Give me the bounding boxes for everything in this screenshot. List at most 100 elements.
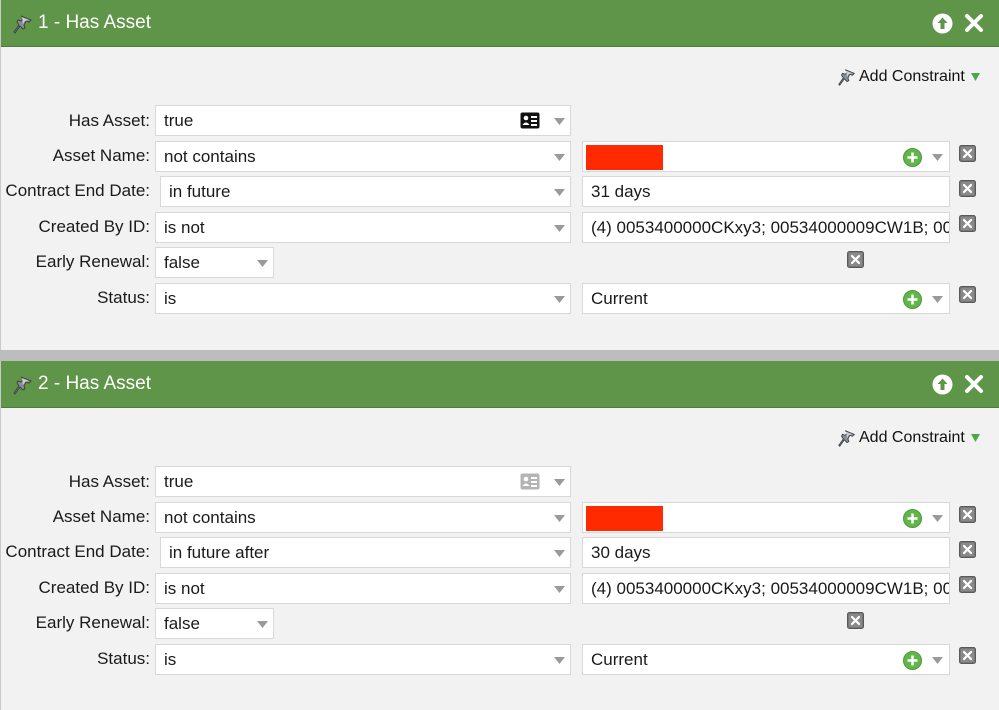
id-card-icon[interactable] <box>520 473 540 490</box>
contract-end-date-label: Contract End Date: <box>5 181 150 200</box>
status-value: Current <box>591 650 648 669</box>
asset-name-value-input[interactable] <box>582 502 950 533</box>
panel-title: 1 - Has Asset <box>38 12 151 33</box>
chevron-down-icon[interactable] <box>554 296 565 303</box>
created-by-id-value: (4) 0053400000CKxy3; 00534000009CW1B; 00… <box>591 579 949 598</box>
has-asset-label: Has Asset: <box>68 472 150 491</box>
delete-row-icon[interactable] <box>847 251 864 268</box>
chevron-down-icon[interactable] <box>257 260 268 267</box>
chevron-down-icon[interactable] <box>554 515 565 522</box>
created-by-id-operator-select[interactable]: is not <box>155 573 571 604</box>
contract-end-date-operator-select[interactable]: in future <box>160 176 571 207</box>
early-renewal-label: Early Renewal: <box>35 613 150 632</box>
status-operator-select[interactable]: is <box>155 644 571 675</box>
chevron-down-icon[interactable] <box>554 550 565 557</box>
chevron-down-icon[interactable] <box>554 479 565 486</box>
status-label: Status: <box>97 649 150 668</box>
dropdown-triangle-icon <box>971 73 980 81</box>
asset-name-value-input[interactable] <box>582 141 950 172</box>
delete-row-icon[interactable] <box>959 180 976 197</box>
created-by-id-operator-select[interactable]: is not <box>155 212 571 243</box>
status-operator: is <box>164 289 177 308</box>
add-value-icon[interactable] <box>903 651 922 670</box>
panel-title: 2 - Has Asset <box>38 373 151 394</box>
status-value-input[interactable]: Current <box>582 283 950 314</box>
contract-end-date-value-input[interactable]: 31 days <box>582 176 950 207</box>
redacted-value <box>586 506 663 531</box>
has-asset-select[interactable]: true <box>155 105 571 136</box>
status-operator-select[interactable]: is <box>155 283 571 314</box>
pushpin-icon <box>837 67 857 87</box>
created-by-id-value: (4) 0053400000CKxy3; 00534000009CW1B; 00… <box>591 218 949 237</box>
chevron-down-icon[interactable] <box>257 621 268 628</box>
add-constraint-label: Add Constraint <box>859 68 965 85</box>
has-asset-value: true <box>164 111 194 130</box>
delete-row-icon[interactable] <box>959 506 976 523</box>
chevron-down-icon[interactable] <box>554 586 565 593</box>
contract-end-date-operator: in future <box>169 182 231 201</box>
asset-name-label: Asset Name: <box>52 507 150 526</box>
asset-name-label: Asset Name: <box>52 146 150 165</box>
add-constraint-label: Add Constraint <box>859 429 965 446</box>
filter-panel-1: 1 - Has Asset Add Constraint Has Asset: … <box>0 0 999 350</box>
filter-panel-2: 2 - Has Asset Add Constraint Has Asset: … <box>0 361 999 710</box>
early-renewal-value: false <box>164 253 200 272</box>
delete-row-icon[interactable] <box>959 286 976 303</box>
status-value-input[interactable]: Current <box>582 644 950 675</box>
chevron-down-icon[interactable] <box>932 154 943 161</box>
created-by-id-value-input[interactable]: (4) 0053400000CKxy3; 00534000009CW1B; 00… <box>582 573 950 604</box>
contract-end-date-label: Contract End Date: <box>5 542 150 561</box>
id-card-icon[interactable] <box>520 112 540 129</box>
panel-header: 1 - Has Asset <box>1 0 999 47</box>
contract-end-date-value: 30 days <box>591 543 651 562</box>
redacted-value <box>586 145 663 170</box>
contract-end-date-value-input[interactable]: 30 days <box>582 537 950 568</box>
delete-row-icon[interactable] <box>959 576 976 593</box>
asset-name-operator-select[interactable]: not contains <box>155 141 571 172</box>
chevron-down-icon[interactable] <box>554 118 565 125</box>
chevron-down-icon[interactable] <box>932 657 943 664</box>
contract-end-date-operator-select[interactable]: in future after <box>160 537 571 568</box>
move-up-icon[interactable] <box>932 13 953 34</box>
move-up-icon[interactable] <box>932 374 953 395</box>
chevron-down-icon[interactable] <box>554 225 565 232</box>
contract-end-date-value: 31 days <box>591 182 651 201</box>
early-renewal-value: false <box>164 614 200 633</box>
chevron-down-icon[interactable] <box>554 657 565 664</box>
panel-header: 2 - Has Asset <box>1 361 999 408</box>
delete-row-icon[interactable] <box>959 541 976 558</box>
has-asset-label: Has Asset: <box>68 111 150 130</box>
delete-row-icon[interactable] <box>959 647 976 664</box>
chevron-down-icon[interactable] <box>554 154 565 161</box>
asset-name-operator: not contains <box>164 508 256 527</box>
asset-name-operator-select[interactable]: not contains <box>155 502 571 533</box>
add-constraint-button[interactable]: Add Constraint <box>837 66 980 88</box>
created-by-id-operator: is not <box>164 218 205 237</box>
dropdown-triangle-icon <box>971 434 980 442</box>
status-value: Current <box>591 289 648 308</box>
add-value-icon[interactable] <box>903 290 922 309</box>
add-constraint-button[interactable]: Add Constraint <box>837 427 980 449</box>
chevron-down-icon[interactable] <box>932 296 943 303</box>
delete-row-icon[interactable] <box>847 612 864 629</box>
close-icon[interactable] <box>963 12 985 34</box>
add-value-icon[interactable] <box>903 509 922 528</box>
pushpin-icon <box>12 13 34 35</box>
status-label: Status: <box>97 288 150 307</box>
chevron-down-icon[interactable] <box>932 515 943 522</box>
early-renewal-select[interactable]: false <box>155 608 274 639</box>
has-asset-value: true <box>164 472 194 491</box>
pushpin-icon <box>837 428 857 448</box>
early-renewal-label: Early Renewal: <box>35 252 150 271</box>
close-icon[interactable] <box>963 373 985 395</box>
created-by-id-label: Created By ID: <box>38 578 151 597</box>
early-renewal-select[interactable]: false <box>155 247 274 278</box>
has-asset-select[interactable]: true <box>155 466 571 497</box>
created-by-id-value-input[interactable]: (4) 0053400000CKxy3; 00534000009CW1B; 00… <box>582 212 950 243</box>
delete-row-icon[interactable] <box>959 145 976 162</box>
delete-row-icon[interactable] <box>959 215 976 232</box>
pushpin-icon <box>12 374 34 396</box>
chevron-down-icon[interactable] <box>554 189 565 196</box>
contract-end-date-operator: in future after <box>169 543 270 562</box>
add-value-icon[interactable] <box>903 148 922 167</box>
